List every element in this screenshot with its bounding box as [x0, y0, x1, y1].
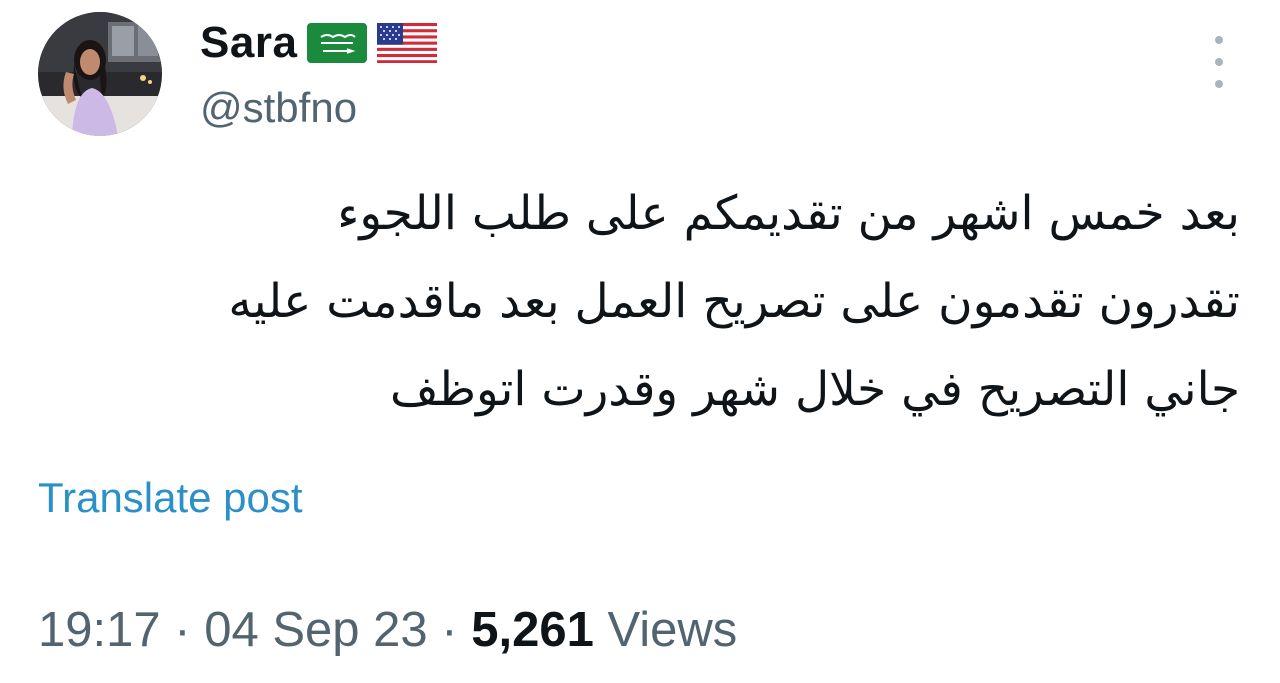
tweet-detail: Sara @stbfno بعد خمس اشهر من تقديمكم على… [0, 0, 1280, 683]
tweet-time[interactable]: 19:17 [38, 603, 161, 657]
avatar[interactable] [38, 12, 162, 136]
meta-separator: · [174, 603, 191, 657]
views-label: Views [607, 603, 738, 657]
author-display-name[interactable]: Sara [200, 18, 297, 68]
tweet-text: بعد خمس اشهر من تقديمكم على طلب اللجوء ت… [40, 170, 1240, 434]
meta-separator: · [441, 603, 458, 657]
views-count: 5,261 [471, 603, 594, 657]
more-vertical-icon [1215, 36, 1223, 44]
saudi-arabia-flag-icon [307, 23, 368, 63]
usa-flag-icon [377, 23, 438, 63]
tweet-date[interactable]: 04 Sep 23 [204, 603, 427, 657]
more-vertical-icon-dot [1215, 58, 1223, 66]
author-handle[interactable]: @stbfno [200, 84, 357, 132]
tweet-text-line: بعد خمس اشهر من تقديمكم على طلب اللجوء [337, 186, 1240, 241]
more-vertical-icon-dot [1215, 80, 1223, 88]
tweet-text-line: جاني التصريح في خلال شهر وقدرت اتوظف [389, 362, 1240, 417]
author-name-row: Sara [200, 16, 438, 70]
translate-post-link[interactable]: Translate post [38, 474, 303, 522]
tweet-text-line: تقدرون تقدمون على تصريح العمل بعد ماقدمت… [228, 274, 1240, 329]
tweet-meta: 19:17 · 04 Sep 23 · 5,261 Views [38, 602, 737, 658]
more-options-button[interactable] [1204, 36, 1234, 88]
